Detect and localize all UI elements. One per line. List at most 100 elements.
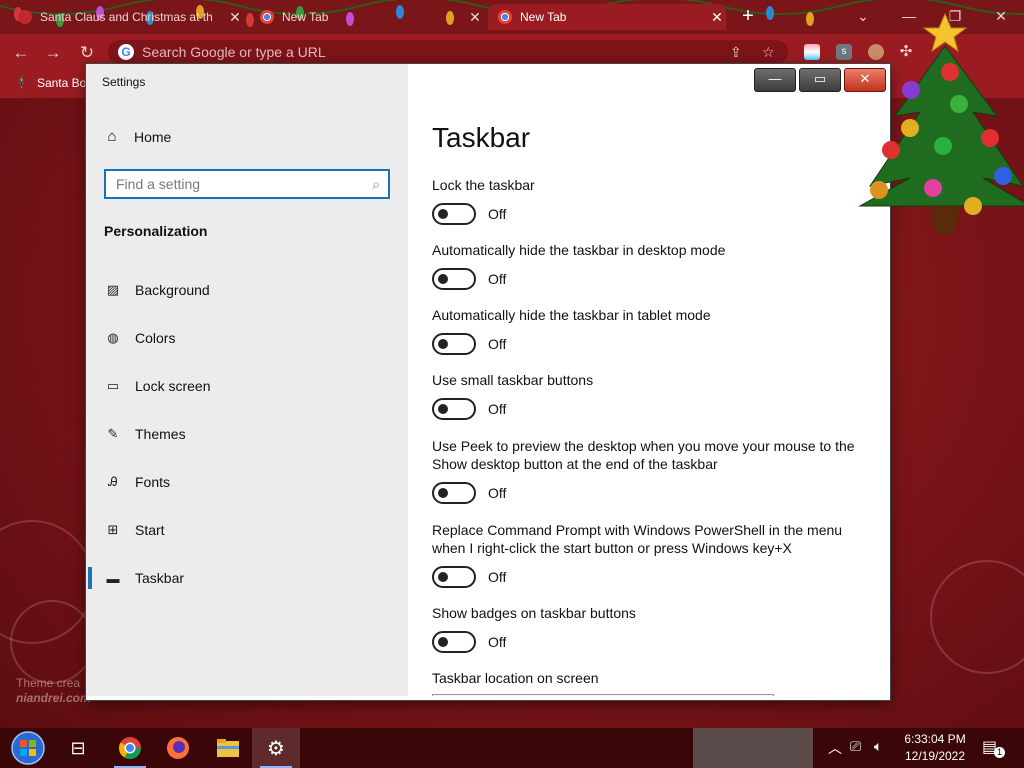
- tab-close-icon[interactable]: ✕: [708, 9, 726, 26]
- toggle-switch[interactable]: [432, 398, 476, 420]
- taskbar-clock[interactable]: 6:33:04 PM 12/19/2022: [900, 731, 970, 765]
- setting-small-buttons: Use small taskbar buttons Off: [432, 371, 872, 420]
- find-setting-box[interactable]: ⌕: [104, 169, 390, 199]
- taskbar-settings-button[interactable]: ⚙: [252, 728, 300, 768]
- santa-favicon-icon: [18, 10, 32, 24]
- setting-label: Show badges on taskbar buttons: [432, 605, 636, 621]
- taskbar-location-dropdown[interactable]: [432, 694, 774, 696]
- address-bar[interactable]: G Search Google or type a URL ⇪ ☆: [108, 40, 788, 64]
- brush-icon: ✎: [107, 426, 119, 441]
- tab-close-icon[interactable]: ✕: [466, 9, 484, 26]
- section-heading: Personalization: [104, 223, 208, 239]
- toggle-switch[interactable]: [432, 333, 476, 355]
- maximize-button[interactable]: ▭: [799, 68, 841, 92]
- window-title: Settings: [102, 75, 146, 89]
- start-button[interactable]: [4, 728, 52, 768]
- taskbar-file-explorer-button[interactable]: [204, 728, 252, 768]
- nav-item-themes[interactable]: ✎ Themes: [86, 416, 408, 452]
- toggle-knob: [438, 637, 448, 647]
- nav-item-fonts[interactable]: Ꭿ Fonts: [86, 464, 408, 500]
- tab-label: Santa Claus and Christmas at th: [40, 10, 213, 24]
- nav-label: Start: [135, 522, 165, 538]
- taskbar-spacer: [693, 728, 813, 768]
- show-hidden-icons-chevron-icon[interactable]: ︿: [828, 738, 842, 758]
- toggle-switch[interactable]: [432, 203, 476, 225]
- find-setting-input[interactable]: [116, 176, 356, 192]
- back-icon[interactable]: ←: [10, 42, 32, 64]
- extension-icon[interactable]: [804, 44, 820, 60]
- setting-label: Automatically hide the taskbar in tablet…: [432, 307, 711, 323]
- address-bar-placeholder: Search Google or type a URL: [142, 44, 326, 60]
- christmas-tree-decoration: [858, 12, 1024, 234]
- setting-autohide-tablet: Automatically hide the taskbar in tablet…: [432, 306, 872, 355]
- task-view-icon: ⊟: [70, 737, 86, 758]
- browser-tab-active[interactable]: New Tab ✕: [488, 4, 726, 30]
- home-nav-item[interactable]: ⌂ Home: [104, 128, 171, 145]
- taskbar-icon: ▬: [106, 570, 120, 586]
- volume-icon[interactable]: 🔈︎: [874, 738, 882, 755]
- home-label: Home: [134, 128, 172, 145]
- taskbar-chrome-button[interactable]: [106, 728, 154, 768]
- setting-autohide-desktop: Automatically hide the taskbar in deskto…: [432, 241, 872, 290]
- toggle-switch[interactable]: [432, 566, 476, 588]
- tab-label: New Tab: [520, 10, 567, 24]
- network-icon[interactable]: ⎚: [850, 738, 861, 755]
- toggle-knob: [438, 488, 448, 498]
- search-icon[interactable]: ⌕: [372, 176, 380, 193]
- share-icon[interactable]: ⇪: [730, 44, 742, 61]
- notification-badge: 1: [994, 747, 1005, 758]
- picture-icon: ▨: [106, 282, 120, 297]
- toggle-switch[interactable]: [432, 631, 476, 653]
- clock-date: 12/19/2022: [904, 749, 966, 763]
- setting-lock-taskbar: Lock the taskbar Off: [432, 176, 872, 225]
- toggle-state: Off: [488, 569, 507, 585]
- action-center-button[interactable]: ▤ 1: [982, 737, 1005, 759]
- toggle-knob: [438, 274, 448, 284]
- minimize-button[interactable]: —: [754, 68, 796, 92]
- chrome-favicon-icon: [260, 10, 274, 24]
- nav-label: Themes: [135, 426, 186, 442]
- reload-icon[interactable]: ↻: [76, 42, 98, 64]
- toggle-switch[interactable]: [432, 482, 476, 504]
- settings-content: Taskbar Lock the taskbar Off Automatical…: [408, 64, 890, 696]
- nav-item-lock-screen[interactable]: ▭ Lock screen: [86, 368, 408, 404]
- nav-item-taskbar[interactable]: ▬ Taskbar: [86, 560, 408, 596]
- nav-label: Lock screen: [135, 378, 211, 394]
- toggle-state: Off: [488, 206, 507, 222]
- start-grid-icon: ⊞: [107, 522, 119, 537]
- theme-credit-line1: Theme crea: [16, 676, 81, 690]
- toggle-switch[interactable]: [432, 268, 476, 290]
- extension-s-icon[interactable]: s: [836, 44, 852, 60]
- bookmark-star-icon[interactable]: ☆: [762, 44, 775, 61]
- setting-peek: Use Peek to preview the desktop when you…: [432, 437, 872, 504]
- toggle-knob: [438, 339, 448, 349]
- google-icon: G: [118, 44, 134, 60]
- gear-icon: ⚙: [267, 737, 285, 760]
- setting-powershell: Replace Command Prompt with Windows Powe…: [432, 521, 872, 588]
- toggle-state: Off: [488, 336, 507, 352]
- bookmark-item[interactable]: 🕴 Santa Bo: [14, 76, 86, 90]
- task-view-button[interactable]: ⊟: [54, 728, 102, 768]
- browser-tab[interactable]: New Tab ✕: [250, 4, 484, 30]
- nav-item-colors[interactable]: ◍ Colors: [86, 320, 408, 356]
- chrome-icon: [119, 737, 141, 759]
- forward-icon[interactable]: →: [42, 42, 64, 64]
- page-title: Taskbar: [432, 122, 531, 153]
- chrome-favicon-icon: [498, 10, 512, 24]
- theme-credit: Theme crea niandrei.com: [16, 676, 91, 706]
- clock-time: 6:33:04 PM: [904, 732, 966, 746]
- taskbar-firefox-button[interactable]: [154, 728, 202, 768]
- lock-screen-icon: ▭: [106, 378, 120, 393]
- setting-label: Lock the taskbar: [432, 177, 535, 193]
- tab-close-icon[interactable]: ✕: [226, 9, 244, 26]
- setting-label: Automatically hide the taskbar in deskto…: [432, 242, 726, 258]
- toggle-knob: [438, 404, 448, 414]
- toggle-state: Off: [488, 634, 507, 650]
- palette-icon: ◍: [107, 330, 119, 345]
- browser-tab[interactable]: Santa Claus and Christmas at th ✕: [8, 4, 244, 30]
- settings-window: Settings ⌂ Home ⌕ Personalization ▨ Back…: [86, 64, 890, 700]
- new-tab-button[interactable]: +: [737, 5, 759, 27]
- tab-label: New Tab: [282, 10, 329, 24]
- nav-item-start[interactable]: ⊞ Start: [86, 512, 408, 548]
- nav-item-background[interactable]: ▨ Background: [86, 272, 408, 308]
